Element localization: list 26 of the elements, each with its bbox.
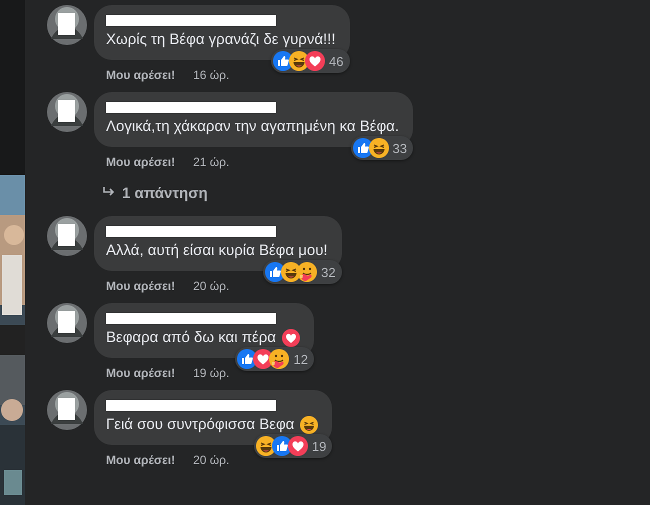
reaction-summary[interactable]: 19	[254, 434, 332, 458]
like-link[interactable]: Μου αρέσει!	[106, 366, 176, 380]
comment-text: Γειά σου συντρόφισσα Βεφα	[106, 415, 294, 435]
comment-time: 20 ώρ.	[193, 279, 230, 293]
replies-link[interactable]: 1 απάντηση	[47, 171, 208, 208]
hugging-face-icon	[269, 349, 290, 369]
comment-time: 20 ώρ.	[193, 453, 230, 467]
reaction-summary[interactable]: 33	[350, 136, 414, 160]
comment-text: Αλλά, αυτή είσαι κυρία Βέφα μου!	[106, 241, 328, 261]
comment-time: 19 ώρ.	[193, 366, 230, 380]
comment-time: 21 ώρ.	[193, 155, 230, 169]
like-link[interactable]: Μου αρέσει!	[106, 453, 176, 467]
like-link[interactable]: Μου αρέσει!	[106, 68, 176, 82]
like-link[interactable]: Μου αρέσει!	[106, 155, 176, 169]
laughing-face-icon	[368, 138, 389, 158]
hugging-face-icon	[297, 262, 318, 282]
comment-text: Χωρίς τη Βέφα γρανάζι δε γυρνά!!!	[106, 30, 336, 50]
comment-text: Βεφαρα από δω και πέρα	[106, 328, 276, 348]
reaction-summary[interactable]: 32	[263, 260, 342, 284]
reaction-summary[interactable]: 46	[271, 49, 350, 73]
reaction-summary[interactable]: 12	[235, 347, 314, 371]
laughing-face-icon	[300, 416, 318, 434]
like-link[interactable]: Μου αρέσει!	[106, 279, 176, 293]
comment-text: Λογικά,τη χάκαραν την αγαπημένη κα Βέφα.	[106, 117, 400, 137]
comment-time: 16 ώρ.	[193, 68, 230, 82]
reply-arrow-icon	[102, 186, 116, 198]
